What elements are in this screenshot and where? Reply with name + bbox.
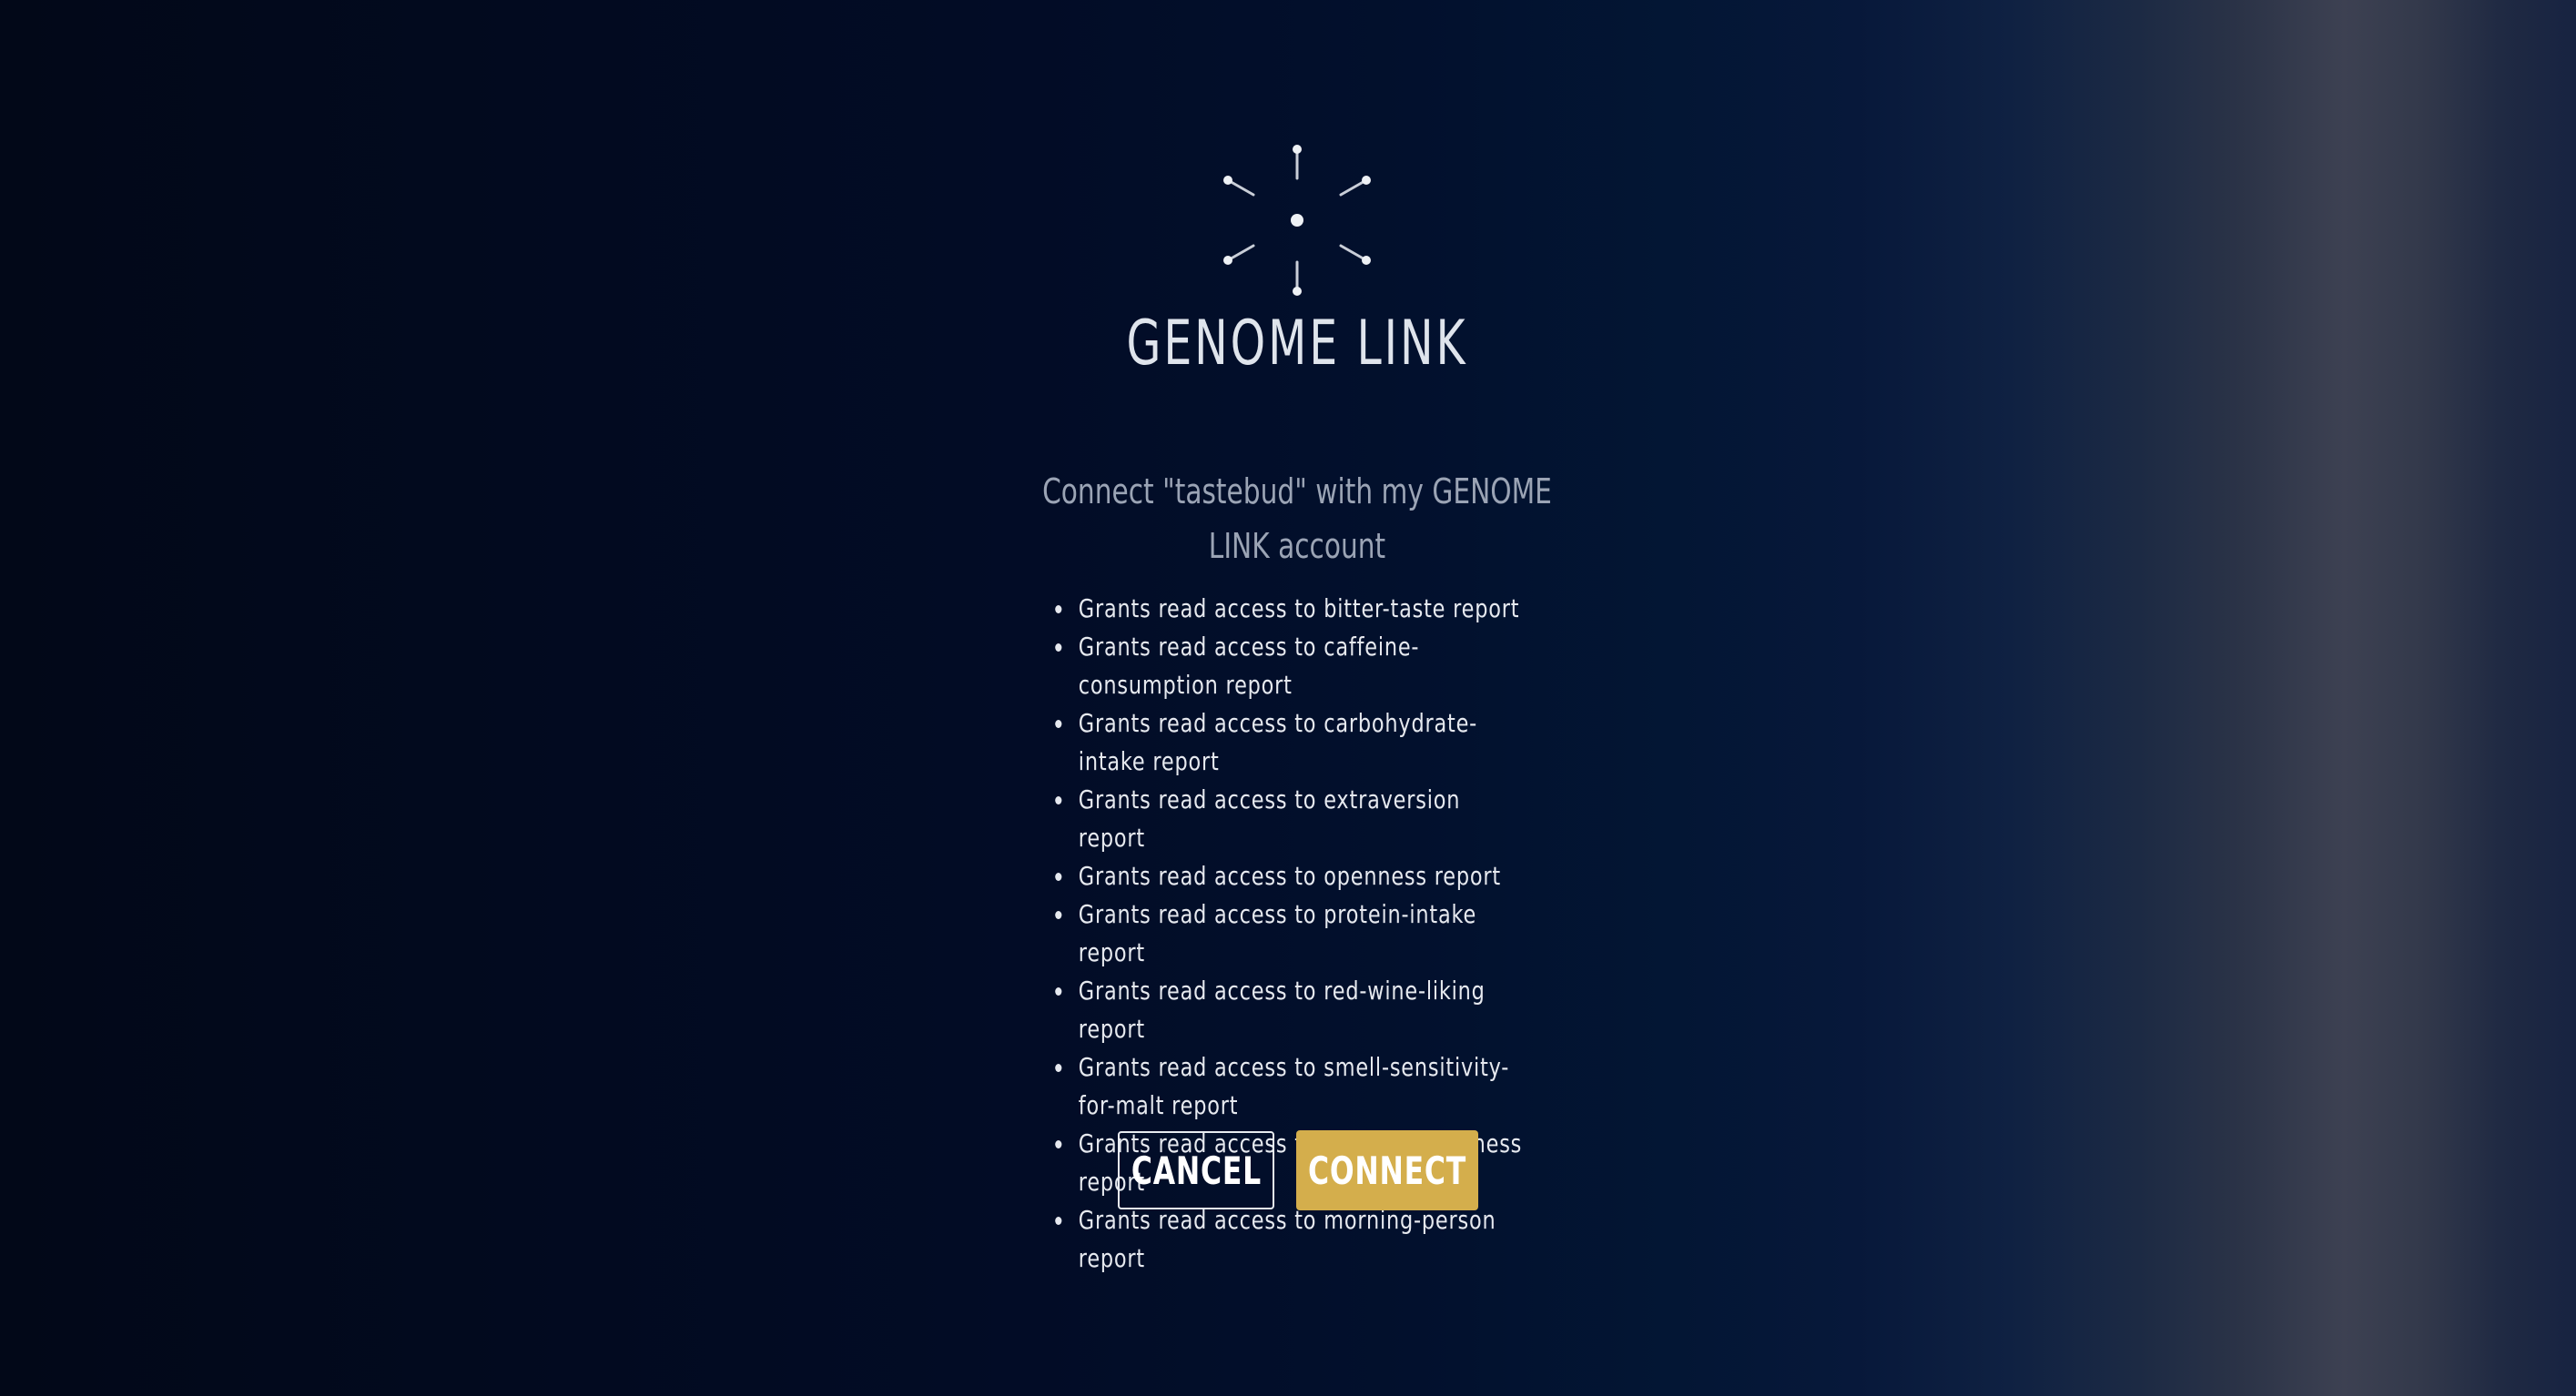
- grant-item: Grants read access to caffeine-consumpti…: [1072, 628, 1524, 704]
- genome-link-logo-icon: [1223, 145, 1371, 296]
- cancel-button[interactable]: CANCEL: [1118, 1131, 1274, 1209]
- consent-headline: Connect "tastebud" with my GENOME LINK a…: [1042, 471, 1552, 566]
- grant-item: Grants read access to morning-person rep…: [1072, 1201, 1524, 1278]
- cancel-button-label: CANCEL: [1131, 1148, 1262, 1193]
- grant-item: Grants read access to bitter-taste repor…: [1072, 590, 1524, 628]
- grant-item: Grants read access to red-wine-liking re…: [1072, 972, 1524, 1048]
- brand-title: GENOME LINK: [1126, 308, 1468, 379]
- connect-button[interactable]: CONNECT: [1296, 1130, 1478, 1210]
- grant-item: Grants read access to smell-sensitivity-…: [1072, 1048, 1524, 1125]
- grant-item: Grants read access to extraversion repor…: [1072, 781, 1524, 857]
- connect-button-label: CONNECT: [1308, 1148, 1466, 1193]
- grant-item: Grants read access to openness report: [1072, 857, 1524, 895]
- grant-item: Grants read access to protein-intake rep…: [1072, 895, 1524, 972]
- grant-item: Grants read access to carbohydrate-intak…: [1072, 704, 1524, 781]
- oauth-consent-page: GENOME LINK Connect "tastebud" with my G…: [0, 0, 2576, 1396]
